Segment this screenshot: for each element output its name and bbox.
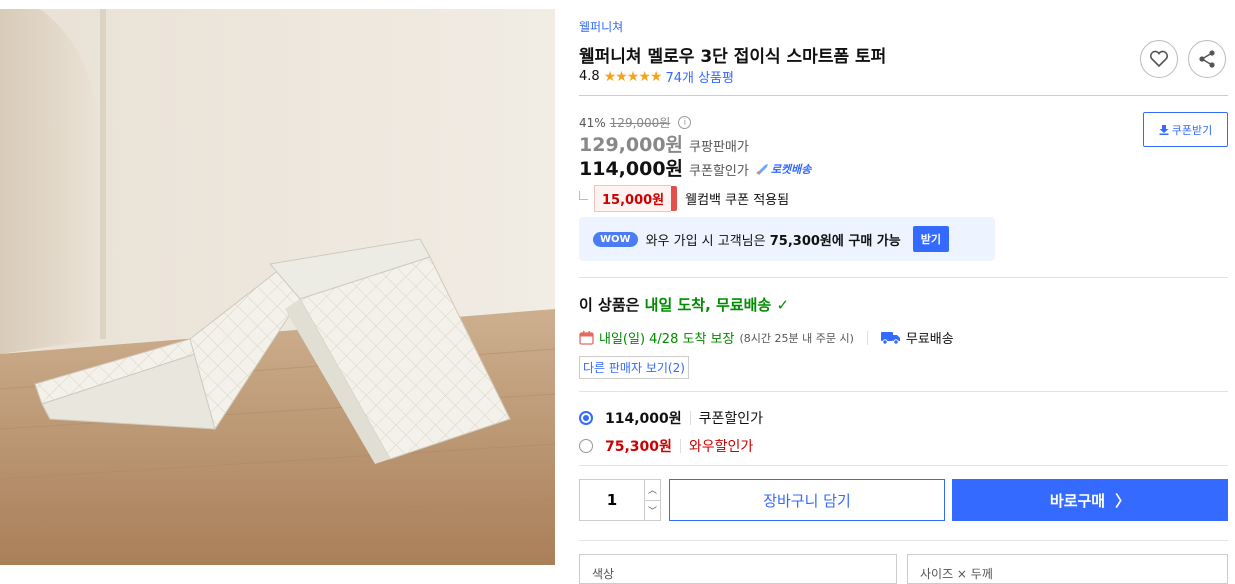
delivery-note: (8시간 25분 내 주문 시) [739, 331, 854, 345]
coupon-price-row: 114,000원 쿠폰할인가 로켓배송 [579, 154, 811, 181]
color-selector[interactable]: 색상 [579, 554, 897, 584]
size-selector-label: 사이즈 × 두께 [920, 567, 993, 581]
product-image[interactable] [0, 9, 555, 565]
truck-icon [880, 331, 900, 345]
product-info-panel: 웰퍼니쳐 웰퍼니쳐 멜로우 3단 접이식 스마트폼 토퍼 4.8 ★★★★★ 7… [579, 0, 1229, 584]
brand-link[interactable]: 웰퍼니쳐 [579, 18, 623, 35]
discount-line: 41% 129,000원 i [579, 114, 692, 131]
sale-price-row: 129,000원 쿠팡판매가 [579, 130, 749, 157]
rocket-label: 로켓배송 [770, 163, 812, 176]
buy-now-label: 바로구매 [1049, 491, 1106, 510]
branch-line [579, 191, 588, 200]
calendar-icon [579, 331, 594, 345]
add-to-cart-button[interactable]: 장바구니 담기 [669, 479, 945, 521]
arrival-prefix: 이 상품은 [579, 296, 640, 314]
size-selector[interactable]: 사이즈 × 두께 [907, 554, 1228, 584]
quantity-increase-button[interactable]: ︿ [645, 480, 660, 501]
sale-price: 129,000원 [579, 134, 684, 156]
option-price: 75,300원 [605, 439, 672, 455]
original-price: 129,000원 [609, 116, 671, 130]
wow-text-prefix: 와우 가입 시 고객님은 [645, 233, 766, 249]
info-icon[interactable]: i [678, 116, 692, 129]
delivery-row: 내일(일) 4/28 도착 보장 (8시간 25분 내 주문 시) 무료배송 [579, 328, 954, 347]
coupon-download-button[interactable]: 쿠폰받기 [1143, 112, 1228, 147]
buy-now-button[interactable]: 바로구매 〉 [952, 479, 1228, 521]
quantity-decrease-button[interactable]: ﹀ [645, 501, 660, 521]
other-sellers-button[interactable]: 다른 판매자 보기(2) [579, 356, 689, 379]
quantity-step-buttons: ︿ ﹀ [644, 480, 660, 520]
arrival-highlight: 내일 도착, 무료배송 [644, 296, 772, 314]
wishlist-button[interactable] [1140, 40, 1178, 78]
wow-text: 와우 가입 시 고객님은 75,300원에 구매 가능 [646, 230, 901, 249]
divider [579, 95, 1228, 96]
divider [579, 540, 1228, 541]
color-selector-label: 색상 [592, 567, 615, 581]
cashback-row: 15,000원 웰컴백 쿠폰 적용됨 [579, 185, 789, 212]
arrival-message: 이 상품은 내일 도착, 무료배송 ✓ [579, 294, 789, 315]
discount-rate: 41% [579, 115, 606, 130]
quantity-stepper: ︿ ﹀ [579, 479, 661, 521]
chevron-right-icon: 〉 [1115, 491, 1131, 510]
radio-button[interactable] [579, 439, 593, 453]
price-option-coupon[interactable]: 114,000원 쿠폰할인가 [579, 408, 763, 428]
divider [579, 277, 1228, 278]
share-button[interactable] [1188, 40, 1226, 78]
heart-icon [1149, 50, 1169, 68]
sale-price-label: 쿠팡판매가 [689, 140, 749, 155]
wow-text-price: 75,300원에 구매 가능 [769, 233, 901, 249]
cashback-text: 웰컴백 쿠폰 적용됨 [685, 193, 790, 208]
free-shipping-label: 무료배송 [905, 332, 954, 347]
delivery-date: 내일(일) 4/28 도착 보장 [599, 332, 735, 347]
product-title: 웰퍼니쳐 멜로우 3단 접이식 스마트폼 토퍼 [579, 47, 887, 67]
rocket-icon [755, 164, 768, 175]
star-rating: ★★★★★ [603, 68, 663, 85]
rating-row: 4.8 ★★★★★ 74개 상품평 [579, 67, 734, 87]
separator [679, 439, 681, 453]
wow-membership-banner: WOW 와우 가입 시 고객님은 75,300원에 구매 가능 받기 [579, 217, 995, 261]
cashback-amount: 15,000원 [594, 185, 678, 212]
review-count-link[interactable]: 74개 상품평 [665, 67, 734, 86]
radio-button-selected[interactable] [579, 411, 593, 425]
check-icon: ✓ [776, 296, 790, 314]
option-price: 114,000원 [605, 411, 682, 427]
quantity-input[interactable] [580, 480, 644, 520]
option-label: 쿠폰할인가 [698, 411, 764, 427]
coupon-price: 114,000원 [579, 158, 684, 180]
option-label: 와우할인가 [688, 439, 754, 455]
mattress-topper-photo [0, 9, 555, 565]
wow-receive-button[interactable]: 받기 [912, 226, 949, 252]
rating-value: 4.8 [579, 69, 600, 84]
coupon-price-label: 쿠폰할인가 [689, 164, 749, 179]
coupon-button-label: 쿠폰받기 [1171, 123, 1213, 137]
rocket-delivery-badge: 로켓배송 [755, 161, 811, 177]
wow-badge: WOW [593, 231, 638, 247]
separator [689, 411, 691, 425]
share-icon [1199, 50, 1215, 68]
download-icon [1159, 124, 1169, 135]
separator [866, 330, 868, 345]
divider [579, 391, 1228, 392]
divider [579, 465, 1228, 466]
price-option-wow[interactable]: 75,300원 와우할인가 [579, 436, 753, 456]
